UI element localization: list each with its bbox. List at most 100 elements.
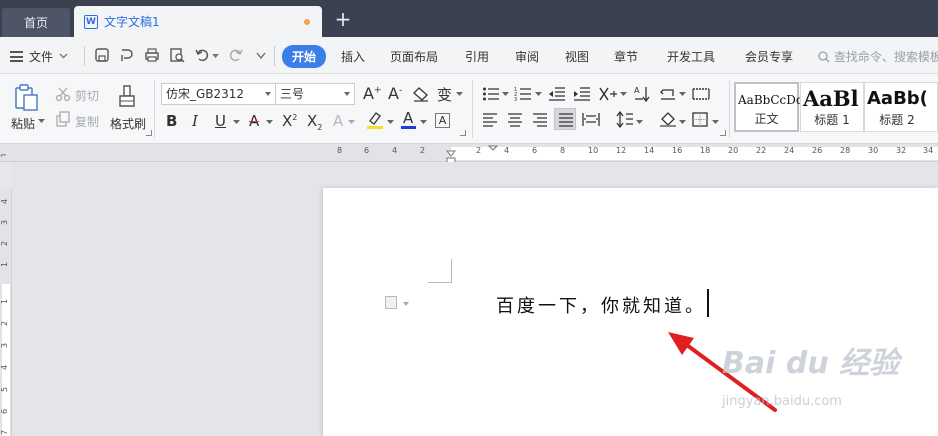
style-heading-1[interactable]: AaBl 标题 1 — [800, 82, 864, 132]
align-right-icon[interactable] — [532, 112, 548, 127]
print-icon[interactable] — [144, 47, 160, 63]
line-spacing-dropdown-icon[interactable] — [636, 120, 643, 125]
tab-view[interactable]: 视图 — [565, 48, 589, 65]
phonetic-guide-icon[interactable]: 变 — [437, 84, 452, 105]
borders-dropdown-icon[interactable] — [712, 120, 719, 125]
paste-button[interactable]: 粘贴 — [11, 115, 35, 132]
bullet-dropdown-icon[interactable] — [502, 92, 509, 97]
tab-document[interactable]: W 文字文稿1 — [74, 6, 322, 37]
first-line-indent-icon[interactable] — [488, 145, 498, 151]
customize-toolbar-icon[interactable] — [256, 52, 266, 60]
file-menu-button[interactable]: 文件 — [10, 46, 68, 66]
redo-icon[interactable] — [228, 47, 244, 63]
print-preview-icon[interactable] — [169, 47, 185, 63]
new-tab-button[interactable]: + — [333, 9, 353, 29]
tab-page-layout[interactable]: 页面布局 — [390, 48, 438, 65]
undo-dropdown-icon[interactable] — [212, 54, 219, 59]
command-search[interactable]: 查找命令、搜索模板 — [818, 48, 938, 65]
vertical-ruler-tick-label: 2 — [0, 320, 10, 327]
font-color-dropdown-icon[interactable] — [420, 120, 427, 125]
styles-gallery: AaBbCcDd 正文 AaBl 标题 1 AaBb( 标题 2 — [734, 82, 938, 132]
italic-button[interactable]: I — [192, 112, 198, 130]
paste-dropdown-icon[interactable] — [38, 119, 45, 124]
underline-button[interactable]: U — [215, 112, 226, 130]
ruler-tick-label: 10 — [588, 146, 599, 155]
strikethrough-button[interactable]: A — [249, 112, 259, 130]
ruler-tick-label: 34 — [923, 146, 934, 155]
numbered-list-icon[interactable]: 123 — [514, 86, 532, 102]
paragraph-dialog-launcher[interactable] — [720, 130, 726, 136]
style-heading-2[interactable]: AaBb( 标题 2 — [864, 82, 938, 132]
tab-home[interactable]: 首页 — [2, 8, 70, 37]
chinese-layout-dropdown-icon[interactable] — [620, 92, 627, 97]
vertical-ruler-tick-label: 4 — [0, 198, 10, 205]
align-left-icon[interactable] — [482, 112, 498, 127]
ruler-tick-label: 8 — [337, 146, 343, 155]
phonetic-dropdown-icon[interactable] — [456, 92, 463, 97]
format-painter-button[interactable]: 格式刷 — [110, 115, 146, 132]
grow-font-icon[interactable]: A+ — [363, 84, 382, 103]
hamburger-icon — [10, 50, 23, 62]
superscript-button[interactable]: X2 — [282, 112, 297, 130]
align-center-icon[interactable] — [507, 112, 523, 127]
save-icon[interactable] — [94, 47, 110, 63]
vertical-ruler-tick-label: 2 — [0, 240, 10, 247]
clear-format-icon[interactable] — [412, 86, 430, 102]
tab-references[interactable]: 引用 — [465, 48, 489, 65]
subscript-button[interactable]: X2 — [307, 112, 322, 132]
tab-sections[interactable]: 章节 — [614, 48, 638, 65]
undo-icon[interactable] — [194, 47, 210, 63]
decrease-indent-icon[interactable] — [548, 86, 566, 102]
horizontal-ruler[interactable] — [0, 144, 938, 162]
paragraph-layout-dropdown-icon[interactable] — [403, 302, 409, 306]
highlight-icon[interactable] — [366, 111, 384, 130]
bullet-list-icon[interactable] — [482, 86, 500, 102]
style-normal[interactable]: AaBbCcDd 正文 — [734, 82, 804, 132]
underline-dropdown-icon[interactable] — [233, 120, 240, 125]
style-sample: AaBl — [803, 86, 859, 111]
strike-dropdown-icon[interactable] — [266, 120, 273, 125]
tab-home-ribbon[interactable]: 开始 — [282, 45, 327, 68]
text-effect-dropdown-icon[interactable] — [348, 120, 355, 125]
borders-icon[interactable] — [692, 112, 708, 127]
font-color-button[interactable]: A — [403, 109, 413, 127]
tab-stop-selector[interactable]: ⌐ — [0, 151, 7, 160]
numbered-dropdown-icon[interactable] — [535, 92, 542, 97]
copy-button[interactable]: 复制 — [75, 113, 99, 130]
cut-button[interactable]: 剪切 — [75, 87, 99, 104]
font-dialog-launcher[interactable] — [460, 130, 466, 136]
line-spacing-icon[interactable] — [616, 111, 634, 128]
ruler-tick-label: 2 — [476, 146, 482, 155]
tab-bar: 首页 W 文字文稿1 + — [0, 0, 938, 37]
bold-button[interactable]: B — [166, 112, 177, 130]
tab-insert[interactable]: 插入 — [341, 48, 365, 65]
sort-icon[interactable]: A — [634, 85, 652, 103]
document-tab-title: 文字文稿1 — [104, 15, 160, 29]
file-menu-label: 文件 — [29, 49, 54, 64]
increase-indent-icon[interactable] — [573, 86, 591, 102]
document-body-text[interactable]: 百度一下，你就知道。 — [496, 292, 706, 318]
highlight-dropdown-icon[interactable] — [387, 120, 394, 125]
paste-icon[interactable] — [14, 84, 40, 112]
tab-membership[interactable]: 会员专享 — [745, 48, 793, 65]
tab-developer[interactable]: 开发工具 — [667, 48, 715, 65]
font-size-select[interactable]: 三号 — [275, 83, 355, 105]
shading-icon[interactable] — [659, 111, 677, 128]
clipboard-dialog-launcher[interactable] — [146, 130, 152, 136]
output-icon[interactable] — [119, 47, 135, 63]
text-effect-button[interactable]: A — [333, 112, 343, 130]
shrink-font-icon[interactable]: A- — [388, 84, 402, 103]
justify-button[interactable] — [554, 108, 576, 130]
distributed-align-icon[interactable] — [582, 112, 600, 127]
chinese-layout-icon[interactable] — [598, 86, 618, 102]
character-border-button[interactable]: A — [435, 113, 450, 128]
paragraph-layout-icon[interactable] — [385, 296, 397, 309]
table-border-icon[interactable] — [692, 86, 710, 102]
paragraph-marks-dropdown-icon[interactable] — [679, 92, 686, 97]
vertical-ruler[interactable] — [0, 188, 12, 436]
tab-review[interactable]: 审阅 — [515, 48, 539, 65]
vertical-ruler-tick-label: 7 — [0, 429, 10, 436]
show-paragraph-marks-icon[interactable] — [659, 86, 677, 102]
shading-dropdown-icon[interactable] — [679, 120, 686, 125]
font-name-select[interactable]: 仿宋_GB2312 — [161, 83, 276, 105]
